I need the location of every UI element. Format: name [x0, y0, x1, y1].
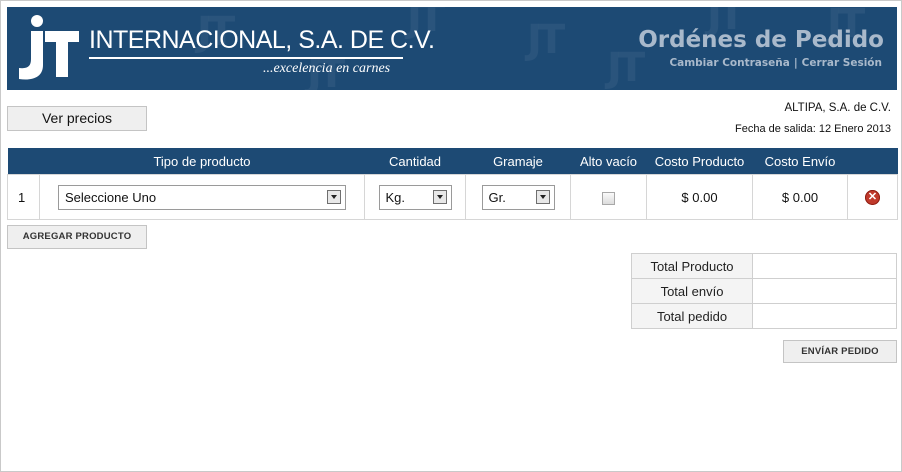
delete-row-icon[interactable]: ✕	[865, 190, 880, 206]
watermark-logo: JT	[527, 17, 565, 63]
change-password-link[interactable]: Cambiar Contraseña	[669, 57, 789, 69]
total-pedido-value	[752, 303, 897, 329]
gramaje-cell: Gr.	[465, 174, 571, 220]
totals-row: Total pedido	[631, 303, 897, 329]
column-header-alto-vacio: Alto vacío	[570, 148, 647, 175]
alto-vacio-cell	[570, 174, 647, 220]
user-links: Cambiar Contraseña | Cerrar Sesión	[669, 57, 882, 69]
quantity-unit-value: Kg.	[385, 189, 406, 205]
company-name: INTERNACIONAL, S.A. DE C.V.	[89, 26, 435, 54]
total-envio-value	[752, 278, 897, 304]
add-product-button[interactable]: AGREGAR PRODUCTO	[7, 225, 147, 249]
column-header-cantidad: Cantidad	[364, 148, 466, 175]
header-banner: JT JT JT JT JT JT JT INTERNACIONAL, S.A.…	[7, 7, 897, 90]
send-order-button[interactable]: ENVÍAR PEDIDO	[783, 340, 897, 363]
logout-link[interactable]: Cerrar Sesión	[802, 57, 882, 69]
costo-producto-value: $ 0.00	[646, 174, 753, 220]
column-header-gramaje: Gramaje	[465, 148, 571, 175]
client-name: ALTIPA, S.A. de C.V.	[784, 102, 891, 114]
quantity-unit-select[interactable]: Kg.	[378, 184, 452, 210]
column-header-costo-envio: Costo Envío	[752, 148, 848, 175]
product-select[interactable]: Seleccione Uno	[58, 184, 346, 210]
totals-row: Total envío	[631, 278, 897, 304]
chevron-down-icon[interactable]	[535, 189, 550, 204]
page-frame: JT JT JT JT JT JT JT INTERNACIONAL, S.A.…	[0, 0, 902, 472]
logo-divider	[89, 57, 403, 59]
totals-row: Total Producto	[631, 253, 897, 279]
gramaje-value: Gr.	[488, 189, 506, 205]
column-header-costo-producto: Costo Producto	[646, 148, 753, 175]
company-logo-icon	[19, 15, 79, 80]
total-producto-label: Total Producto	[631, 253, 753, 279]
chevron-down-icon[interactable]	[432, 189, 447, 204]
total-producto-value	[752, 253, 897, 279]
total-pedido-label: Total pedido	[631, 303, 753, 329]
column-header-delete	[847, 148, 898, 175]
product-cell: Seleccione Uno	[39, 174, 365, 220]
chevron-down-icon[interactable]	[327, 189, 341, 204]
page-title: Ordénes de Pedido	[638, 27, 884, 53]
order-table: Tipo de producto Cantidad Gramaje Alto v…	[7, 148, 898, 220]
table-row: 1 Seleccione Uno Kg. Gr. $ 0.00 $ 0.00 ✕	[7, 174, 898, 220]
row-number: 1	[7, 174, 40, 220]
column-header-number	[7, 148, 40, 175]
table-header-row: Tipo de producto Cantidad Gramaje Alto v…	[7, 148, 898, 175]
link-separator: |	[793, 57, 798, 69]
alto-vacio-checkbox[interactable]	[602, 191, 615, 205]
watermark-logo: JT	[607, 45, 645, 90]
delete-cell: ✕	[847, 174, 898, 220]
ver-precios-button[interactable]: Ver precios	[7, 106, 147, 131]
company-slogan: ...excelencia en carnes	[263, 61, 391, 76]
gramaje-select[interactable]: Gr.	[481, 184, 555, 210]
column-header-tipo: Tipo de producto	[39, 148, 365, 175]
quantity-cell: Kg.	[364, 174, 466, 220]
total-envio-label: Total envío	[631, 278, 753, 304]
departure-date: Fecha de salida: 12 Enero 2013	[735, 123, 891, 135]
costo-envio-value: $ 0.00	[752, 174, 848, 220]
totals-table: Total Producto Total envío Total pedido	[631, 253, 897, 329]
product-select-value: Seleccione Uno	[65, 189, 157, 205]
